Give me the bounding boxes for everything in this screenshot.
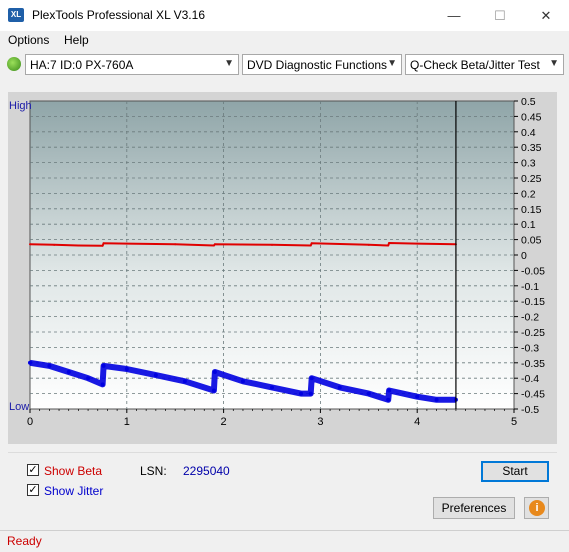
jitter-point (308, 391, 313, 396)
jitter-point (100, 382, 105, 387)
function-select-value: DVD Diagnostic Functions (247, 58, 388, 72)
beta-point (310, 242, 313, 245)
y-tick-label: -0.4 (521, 373, 539, 385)
y-tick-label: 0.15 (521, 204, 542, 216)
beta-point (29, 243, 31, 246)
beta-point (213, 243, 216, 246)
y-tick-label: 0.35 (521, 142, 542, 154)
jitter-point (28, 360, 32, 365)
jitter-point (212, 370, 217, 375)
beta-point (367, 243, 370, 246)
lsn-label: LSN: (140, 464, 167, 478)
y-tick-label: 0.2 (521, 188, 536, 200)
jitter-point (124, 366, 129, 371)
jitter-point (386, 397, 391, 402)
jitter-point (182, 379, 187, 384)
beta-point (102, 242, 105, 245)
y-tick-label: 0.5 (521, 96, 536, 108)
y-tick-label: -0.1 (521, 281, 539, 293)
beta-point (125, 242, 128, 245)
y-tick-label: 0.3 (521, 158, 536, 170)
beta-jitter-chart: 0.5 0.45 0.4 0.35 0.3 0.25 0.2 0.15 0.1 0.05 0 -0.0… (9, 96, 545, 428)
jitter-point (299, 391, 304, 396)
x-tick-label: 0 (27, 416, 33, 428)
menu-options[interactable]: Options (8, 33, 49, 47)
y-tick-label: -0.05 (521, 265, 545, 277)
function-select[interactable]: DVD Diagnostic Functions ▼ (242, 54, 402, 75)
maximize-button[interactable]: ☐ (477, 0, 523, 31)
beta-point (77, 244, 80, 247)
drive-select-value: HA:7 ID:0 PX-760A (30, 58, 134, 72)
y-tick-label: 0 (521, 250, 527, 262)
y-tick-label: -0.35 (521, 358, 545, 370)
lsn-value: 2295040 (183, 464, 230, 478)
info-button[interactable]: i (524, 497, 549, 519)
status-text: Ready (7, 534, 42, 548)
y-tick-label: 0.4 (521, 127, 536, 139)
jitter-point (240, 379, 245, 384)
x-tick-label: 2 (221, 416, 227, 428)
y-tick-label: -0.2 (521, 312, 539, 324)
jitter-point (387, 388, 392, 393)
x-tick-label: 5 (511, 416, 517, 428)
info-icon: i (529, 500, 545, 516)
x-tick-label: 4 (414, 416, 420, 428)
show-beta-checkbox[interactable]: ✓ (27, 464, 39, 476)
y-tick-label: -0.3 (521, 342, 539, 354)
beta-point (174, 243, 177, 246)
beta-point (271, 243, 273, 246)
y-tick-label: 0.05 (521, 235, 542, 247)
jitter-point (211, 388, 216, 393)
low-label: Low (9, 401, 29, 413)
y-tick-label: -0.15 (521, 296, 545, 308)
jitter-point (309, 376, 314, 381)
jitter-point (366, 391, 371, 396)
jitter-point (66, 370, 71, 375)
test-select-value: Q-Check Beta/Jitter Test (410, 58, 540, 72)
show-jitter-label[interactable]: Show Jitter (44, 484, 103, 498)
y-tick-label: 0.45 (521, 111, 542, 123)
jitter-point (47, 363, 52, 368)
beta-point (387, 244, 390, 247)
menu-help[interactable]: Help (64, 33, 89, 47)
window-title: PlexTools Professional XL V3.16 (32, 8, 205, 22)
minimize-button[interactable]: — (431, 0, 477, 31)
beta-point (101, 244, 104, 247)
title-bar: XL PlexTools Professional XL V3.16 — ☐ ✕ (0, 0, 569, 31)
beta-point (388, 241, 391, 244)
drive-status-icon (7, 57, 21, 71)
beta-point (309, 244, 312, 247)
x-tick-label: 1 (124, 416, 130, 428)
high-label: High (9, 100, 32, 112)
status-bar: Ready (0, 530, 569, 552)
preferences-button[interactable]: Preferences (433, 497, 515, 519)
y-tick-label: -0.45 (521, 389, 545, 401)
jitter-point (86, 376, 91, 381)
x-tick-label: 3 (317, 416, 323, 428)
chevron-down-icon: ▼ (387, 58, 397, 69)
jitter-point (270, 385, 274, 390)
y-tick-label: -0.5 (521, 404, 539, 416)
drive-select[interactable]: HA:7 ID:0 PX-760A ▼ (25, 54, 239, 75)
beta-point (416, 242, 419, 245)
chart-panel: 0.5 0.45 0.4 0.35 0.3 0.25 0.2 0.15 0.1 0.05 0 -0.0… (8, 92, 557, 444)
jitter-point (101, 363, 106, 368)
test-select[interactable]: Q-Check Beta/Jitter Test ▼ (405, 54, 564, 75)
y-tick-label: -0.25 (521, 327, 545, 339)
chevron-down-icon: ▼ (224, 58, 234, 69)
close-button[interactable]: ✕ (523, 0, 569, 31)
chevron-down-icon: ▼ (549, 58, 559, 69)
jitter-point (434, 397, 439, 402)
jitter-point (415, 394, 420, 399)
show-beta-label[interactable]: Show Beta (44, 464, 102, 478)
app-icon: XL (8, 8, 24, 22)
show-jitter-checkbox[interactable]: ✓ (27, 484, 39, 496)
jitter-point (337, 385, 342, 390)
y-tick-label: 0.1 (521, 219, 536, 231)
jitter-point (153, 373, 158, 378)
start-button[interactable]: Start (481, 461, 549, 482)
y-tick-label: 0.25 (521, 173, 542, 185)
beta-point (53, 243, 56, 246)
